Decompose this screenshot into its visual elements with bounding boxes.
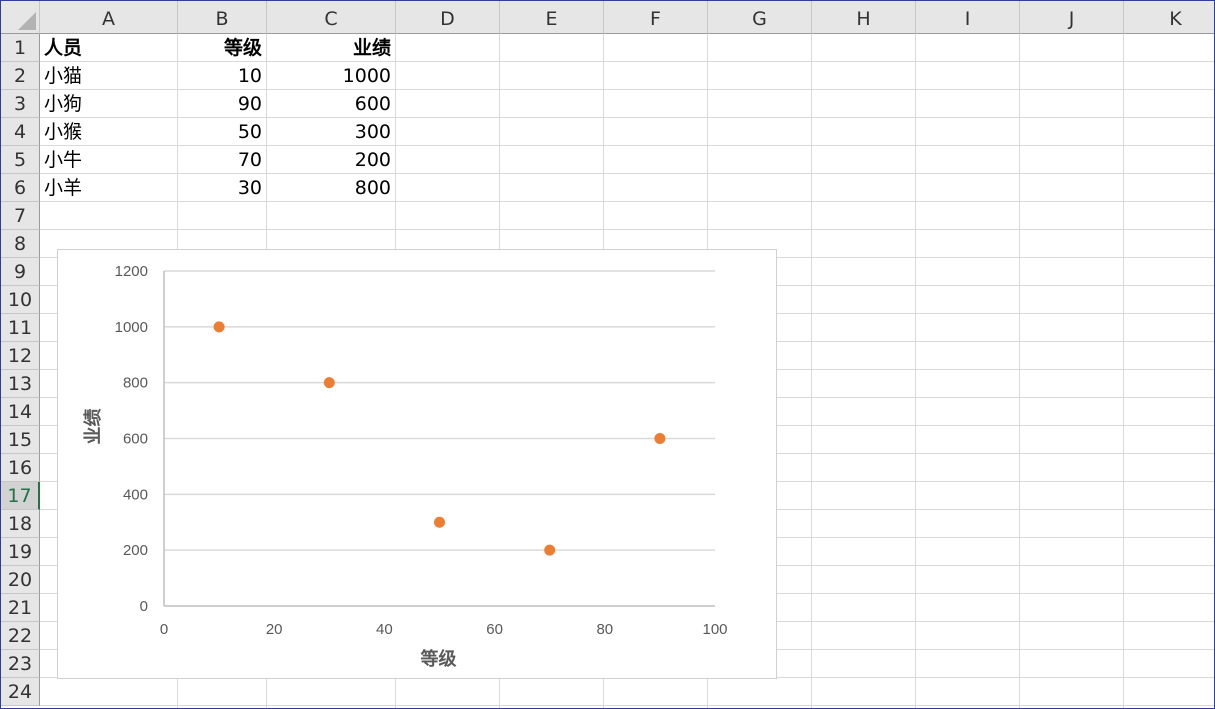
column-header-d[interactable]: D — [396, 1, 500, 34]
cell-b5[interactable]: 70 — [178, 146, 266, 173]
row-header-13[interactable]: 13 — [1, 370, 40, 398]
row-header-11[interactable]: 11 — [1, 314, 40, 342]
row-header-20[interactable]: 20 — [1, 566, 40, 594]
cell-c4[interactable]: 300 — [267, 118, 395, 145]
row-header-24[interactable]: 24 — [1, 678, 40, 706]
column-header-c[interactable]: C — [267, 1, 396, 34]
column-header-f[interactable]: F — [604, 1, 708, 34]
y-tick-label: 1000 — [115, 319, 148, 336]
column-header-i[interactable]: I — [916, 1, 1020, 34]
cell-a3[interactable]: 小狗 — [40, 90, 177, 117]
column-header-e[interactable]: E — [500, 1, 604, 34]
row-header-4[interactable]: 4 — [1, 118, 40, 146]
row-header-7[interactable]: 7 — [1, 202, 40, 230]
chart-canvas: 0 200 400 600 800 1000 1200 0 20 40 60 80 100 等级 业绩 — [82, 263, 728, 670]
cell-c3[interactable]: 600 — [267, 90, 395, 117]
row-header-15[interactable]: 15 — [1, 426, 40, 454]
y-tick-label: 800 — [123, 375, 148, 392]
y-tick-label: 1200 — [115, 263, 148, 280]
row-header-9[interactable]: 9 — [1, 258, 40, 286]
column-header-b[interactable]: B — [178, 1, 267, 34]
select-all-corner[interactable] — [1, 1, 40, 34]
y-tick-label: 400 — [123, 486, 148, 503]
column-header-k[interactable]: K — [1124, 1, 1214, 34]
gridline — [915, 34, 916, 708]
cell-a2[interactable]: 小猫 — [40, 62, 177, 89]
y-axis-title: 业绩 — [82, 409, 104, 445]
gridline — [1123, 34, 1124, 708]
scatter-chart[interactable]: 0 200 400 600 800 1000 1200 0 20 40 60 80 100 等级 业绩 — [57, 249, 777, 679]
data-point — [544, 544, 556, 556]
y-tick-label: 0 — [140, 598, 148, 615]
row-header-22[interactable]: 22 — [1, 622, 40, 650]
row-header-16[interactable]: 16 — [1, 454, 40, 482]
cell-c6[interactable]: 800 — [267, 174, 395, 201]
x-tick-label: 0 — [160, 621, 168, 638]
cell-c2[interactable]: 1000 — [267, 62, 395, 89]
gridline — [40, 705, 1214, 706]
row-header-2[interactable]: 2 — [1, 62, 40, 90]
y-tick-label: 200 — [123, 542, 148, 559]
data-point — [323, 377, 335, 389]
cell-b3[interactable]: 90 — [178, 90, 266, 117]
row-header-8[interactable]: 8 — [1, 230, 40, 258]
row-header-10[interactable]: 10 — [1, 286, 40, 314]
gridline — [811, 34, 812, 708]
x-tick-label: 60 — [486, 621, 503, 638]
gridline — [40, 201, 1214, 202]
gridline — [40, 229, 1214, 230]
row-header-1[interactable]: 1 — [1, 34, 40, 62]
spreadsheet-window: A B C D E F G H I J K 1 2 3 4 5 6 7 8 9 … — [0, 0, 1215, 709]
data-point — [654, 433, 666, 444]
column-header-a[interactable]: A — [40, 1, 178, 34]
row-header-12[interactable]: 12 — [1, 342, 40, 370]
y-tick-label: 600 — [123, 431, 148, 448]
x-tick-label: 20 — [266, 621, 283, 638]
cell-c1[interactable]: 业绩 — [267, 34, 395, 61]
row-header-5[interactable]: 5 — [1, 146, 40, 174]
x-tick-label: 100 — [702, 621, 727, 638]
row-header-21[interactable]: 21 — [1, 594, 40, 622]
column-header-g[interactable]: G — [708, 1, 812, 34]
row-header-19[interactable]: 19 — [1, 538, 40, 566]
x-tick-label: 40 — [376, 621, 393, 638]
row-header-17[interactable]: 17 — [1, 482, 40, 510]
data-point — [213, 321, 225, 333]
cell-b1[interactable]: 等级 — [178, 34, 266, 61]
cell-a1[interactable]: 人员 — [40, 34, 177, 61]
cell-b6[interactable]: 30 — [178, 174, 266, 201]
column-header-j[interactable]: J — [1020, 1, 1124, 34]
cell-a5[interactable]: 小牛 — [40, 146, 177, 173]
column-header-h[interactable]: H — [812, 1, 916, 34]
gridline — [1019, 34, 1020, 708]
cell-a4[interactable]: 小猴 — [40, 118, 177, 145]
row-header-3[interactable]: 3 — [1, 90, 40, 118]
x-tick-label: 80 — [596, 621, 613, 638]
row-header-14[interactable]: 14 — [1, 398, 40, 426]
cell-b2[interactable]: 10 — [178, 62, 266, 89]
row-header-18[interactable]: 18 — [1, 510, 40, 538]
x-axis-title: 等级 — [421, 648, 458, 670]
select-all-triangle-icon — [18, 12, 36, 30]
data-point — [434, 516, 445, 528]
cell-b4[interactable]: 50 — [178, 118, 266, 145]
cell-c5[interactable]: 200 — [267, 146, 395, 173]
row-header-23[interactable]: 23 — [1, 650, 40, 678]
row-header-6[interactable]: 6 — [1, 174, 40, 202]
cell-a6[interactable]: 小羊 — [40, 174, 177, 201]
